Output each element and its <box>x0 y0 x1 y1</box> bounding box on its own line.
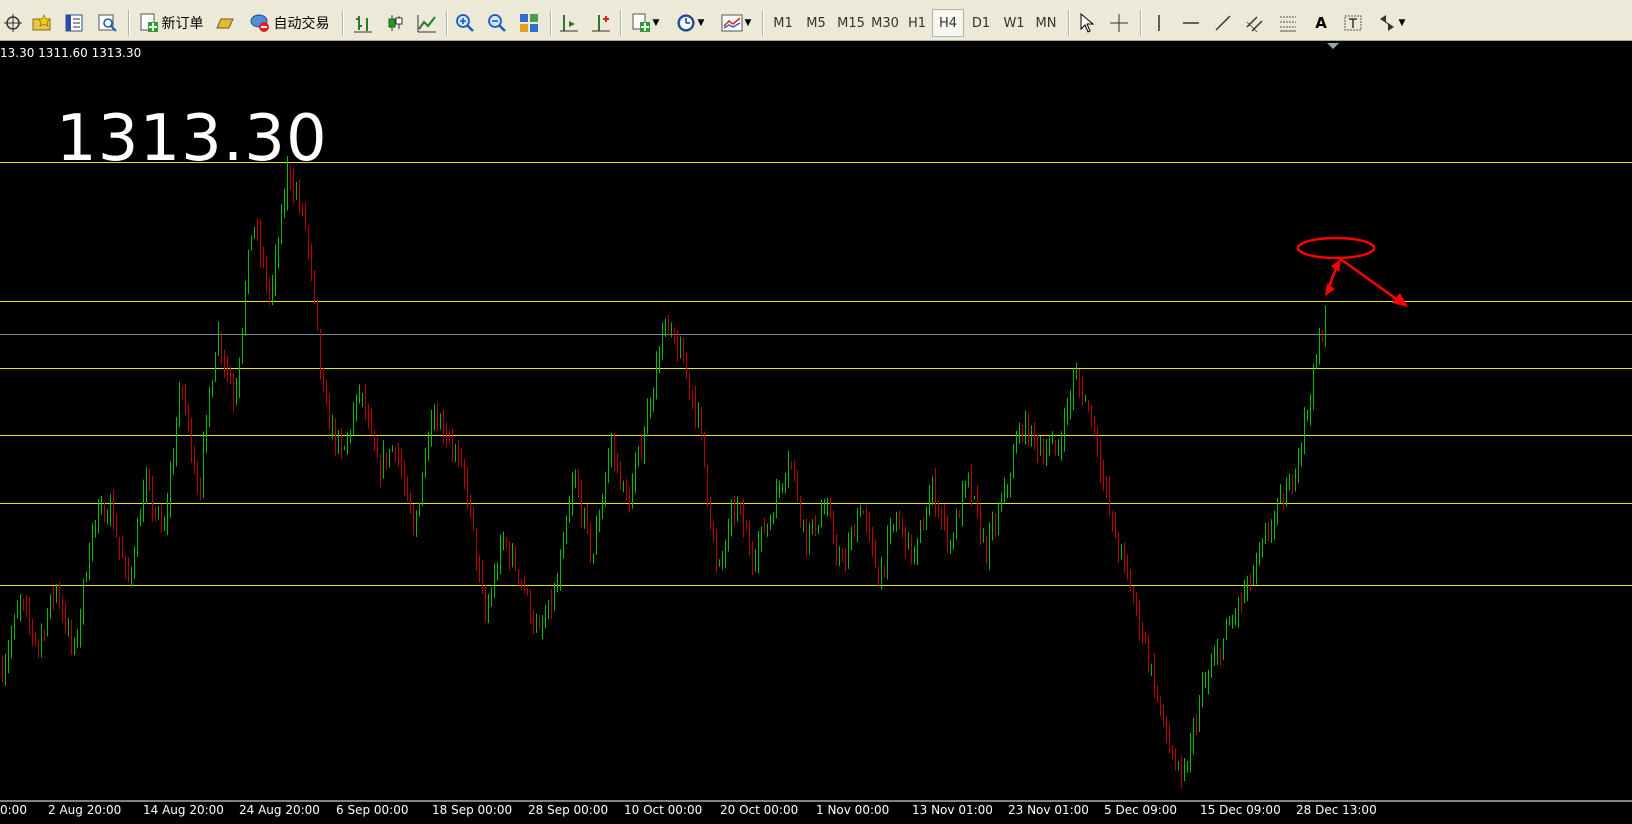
x-tick-label: 1 Nov 00:00 <box>816 803 890 817</box>
down-arrow-line <box>1338 256 1403 305</box>
x-tick-label: 20 Oct 00:00 <box>720 803 799 817</box>
x-tick-label: 28 Dec 13:00 <box>1296 803 1377 817</box>
x-tick-label: 15 Dec 09:00 <box>1200 803 1281 817</box>
big-price-label: 1313.30 <box>56 102 328 176</box>
x-tick-label: 14 Aug 20:00 <box>143 803 224 817</box>
x-tick-label: 23 Nov 01:00 <box>1008 803 1089 817</box>
x-tick-label: 2 Aug 20:00 <box>48 803 122 817</box>
x-tick-label: 6 Sep 00:00 <box>336 803 409 817</box>
x-tick-label: 18 Sep 00:00 <box>432 803 513 817</box>
highlight-ellipse <box>1296 236 1376 260</box>
x-tick-label: 28 Sep 00:00 <box>528 803 609 817</box>
down-arrow-head <box>1392 293 1408 307</box>
ohlc-quote-line: 13.30 1311.60 1313.30 <box>0 46 142 60</box>
x-tick-label: 5 Dec 09:00 <box>1104 803 1178 817</box>
x-tick-label: 10 Oct 00:00 <box>624 803 703 817</box>
x-tick-label: 24 Aug 20:00 <box>239 803 320 817</box>
x-tick-label: 13 Nov 01:00 <box>912 803 993 817</box>
chart-shift-marker <box>1327 43 1339 49</box>
x-tick-label: 0:00 <box>0 803 27 817</box>
